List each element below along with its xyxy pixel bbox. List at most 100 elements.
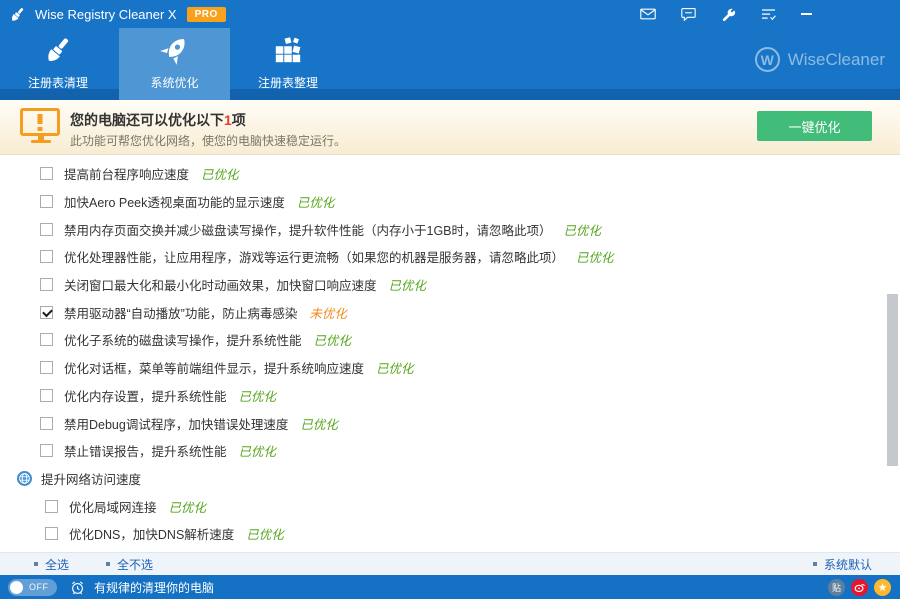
wisecleaner-logo-text: WiseCleaner: [788, 50, 885, 70]
item-checkbox[interactable]: [40, 278, 53, 291]
rocket-icon: [160, 35, 190, 70]
item-checkbox[interactable]: [40, 417, 53, 430]
system-default-link[interactable]: 系统默认: [813, 556, 872, 573]
list-item: 禁用内存页面交换并减少磁盘读写操作，提升软件性能（内存小于1GB时，请忽略此项）…: [0, 215, 900, 243]
brush-icon: [43, 35, 73, 70]
selection-footer: 全选 全不选 系统默认: [0, 552, 900, 575]
share-icons: 贴 ★: [828, 579, 891, 596]
item-status: 已优化: [564, 220, 602, 239]
tab-registry-cleaner[interactable]: 注册表清理: [10, 28, 106, 90]
menu-list-icon[interactable]: [761, 8, 776, 21]
alarm-clock-icon: [70, 580, 85, 595]
share-tieba-icon[interactable]: 贴: [828, 579, 845, 596]
select-all-link[interactable]: 全选: [34, 556, 69, 573]
share-weibo-icon[interactable]: [851, 579, 868, 596]
list-item: 优化内存设置，提升系统性能 已优化: [0, 382, 900, 410]
schedule-toggle[interactable]: OFF: [8, 579, 57, 596]
bullet-icon: [34, 562, 38, 566]
list-item: 禁用驱动器“自动播放”功能，防止病毒感染 未优化: [0, 298, 900, 326]
tab-system-tuneup[interactable]: 系统优化: [119, 28, 230, 100]
tab-registry-defrag[interactable]: 注册表整理: [233, 28, 343, 90]
item-label: 优化对话框，菜单等前端组件显示，提升系统响应速度: [64, 358, 364, 377]
tab-label: 注册表清理: [28, 74, 88, 91]
list-item: 优化处理器性能，让应用程序，游戏等运行更流畅（如果您的机器是服务器，请忽略此项）…: [0, 243, 900, 271]
item-label: 优化DNS，加快DNS解析速度: [69, 524, 234, 543]
item-status: 已优化: [169, 497, 207, 516]
banner-title: 您的电脑还可以优化以下1项: [70, 110, 246, 130]
list-item: 优化局域网连接 已优化: [0, 492, 900, 520]
bullet-icon: [106, 562, 110, 566]
app-logo-icon: [9, 6, 26, 23]
item-status: 已优化: [239, 386, 277, 405]
item-label: 提高前台程序响应速度: [64, 164, 189, 183]
alert-banner: 您的电脑还可以优化以下1项 此功能可帮您优化网络，使您的电脑快速稳定运行。 一键…: [0, 100, 900, 155]
toggle-knob-icon: [10, 581, 23, 594]
item-checkbox[interactable]: [45, 527, 58, 540]
item-label: 禁用驱动器“自动播放”功能，防止病毒感染: [64, 303, 297, 322]
item-checkbox[interactable]: [40, 167, 53, 180]
tab-label: 系统优化: [150, 74, 198, 91]
item-checkbox[interactable]: [40, 223, 53, 236]
item-status: 已优化: [389, 275, 427, 294]
app-header: Wise Registry Cleaner X PRO: [0, 0, 900, 100]
item-label: 关闭窗口最大化和最小化时动画效果，加快窗口响应速度: [64, 275, 377, 294]
banner-subtitle: 此功能可帮您优化网络，使您的电脑快速稳定运行。: [70, 132, 346, 149]
item-label: 优化内存设置，提升系统性能: [64, 386, 227, 405]
schedule-text: 有规律的清理你的电脑: [94, 579, 214, 596]
pro-badge: PRO: [187, 7, 226, 22]
section-label: 提升网络访问速度: [41, 469, 141, 488]
wisecleaner-logo: W WiseCleaner: [755, 47, 885, 72]
item-status: 已优化: [201, 164, 239, 183]
globe-icon: [17, 471, 32, 486]
optimization-list: 提高前台程序响应速度 已优化 加快Aero Peek透视桌面功能的显示速度 已优…: [0, 155, 900, 552]
item-status: 未优化: [309, 303, 347, 322]
one-click-optimize-button[interactable]: 一键优化: [757, 111, 872, 141]
section-header-network: 提升网络访问速度: [0, 465, 900, 493]
list-item: 禁用Debug调试程序，加快错误处理速度 已优化: [0, 409, 900, 437]
list-item: 关闭窗口最大化和最小化时动画效果，加快窗口响应速度 已优化: [0, 271, 900, 299]
scrollbar-thumb[interactable]: [887, 294, 898, 466]
tab-label: 注册表整理: [258, 74, 318, 91]
defrag-blocks-icon: [273, 35, 303, 70]
item-checkbox[interactable]: [40, 361, 53, 374]
minimize-button[interactable]: [801, 13, 812, 15]
item-status: 已优化: [297, 192, 335, 211]
feedback-icon[interactable]: [681, 7, 696, 21]
list-item: 提高前台程序响应速度 已优化: [0, 160, 900, 188]
item-label: 禁止错误报告，提升系统性能: [64, 441, 227, 460]
item-checkbox[interactable]: [40, 389, 53, 402]
item-label: 禁用Debug调试程序，加快错误处理速度: [64, 414, 288, 433]
list-item: 优化对话框，菜单等前端组件显示，提升系统响应速度 已优化: [0, 354, 900, 382]
item-status: 已优化: [314, 330, 352, 349]
titlebar-actions: [640, 0, 812, 28]
item-status: 已优化: [376, 358, 414, 377]
list-item: 优化DNS，加快DNS解析速度 已优化: [0, 520, 900, 548]
list-item: 加快Aero Peek透视桌面功能的显示速度 已优化: [0, 188, 900, 216]
item-status: 已优化: [576, 247, 614, 266]
item-checkbox[interactable]: [40, 444, 53, 457]
share-qzone-icon[interactable]: ★: [874, 579, 891, 596]
list-item: 优化子系统的磁盘读写操作，提升系统性能 已优化: [0, 326, 900, 354]
item-label: 优化子系统的磁盘读写操作，提升系统性能: [64, 330, 302, 349]
list-item: 禁止错误报告，提升系统性能 已优化: [0, 437, 900, 465]
item-checkbox[interactable]: [40, 333, 53, 346]
tools-icon[interactable]: [721, 7, 736, 22]
mail-icon[interactable]: [640, 8, 656, 20]
titlebar: Wise Registry Cleaner X PRO: [0, 0, 900, 28]
item-status: 已优化: [300, 414, 338, 433]
item-checkbox[interactable]: [40, 250, 53, 263]
wisecleaner-logo-mark: W: [755, 47, 780, 72]
item-label: 加快Aero Peek透视桌面功能的显示速度: [64, 192, 285, 211]
item-status: 已优化: [246, 524, 284, 543]
statusbar: OFF 有规律的清理你的电脑 贴 ★: [0, 575, 900, 599]
item-status: 已优化: [239, 441, 277, 460]
item-checkbox[interactable]: [40, 306, 53, 319]
pending-count: 1: [224, 112, 232, 128]
select-none-link[interactable]: 全不选: [106, 556, 153, 573]
item-checkbox[interactable]: [40, 195, 53, 208]
item-checkbox[interactable]: [45, 500, 58, 513]
app-title: Wise Registry Cleaner X: [35, 7, 177, 22]
toggle-state-label: OFF: [29, 582, 49, 592]
bullet-icon: [813, 562, 817, 566]
alert-monitor-icon: [20, 108, 62, 143]
